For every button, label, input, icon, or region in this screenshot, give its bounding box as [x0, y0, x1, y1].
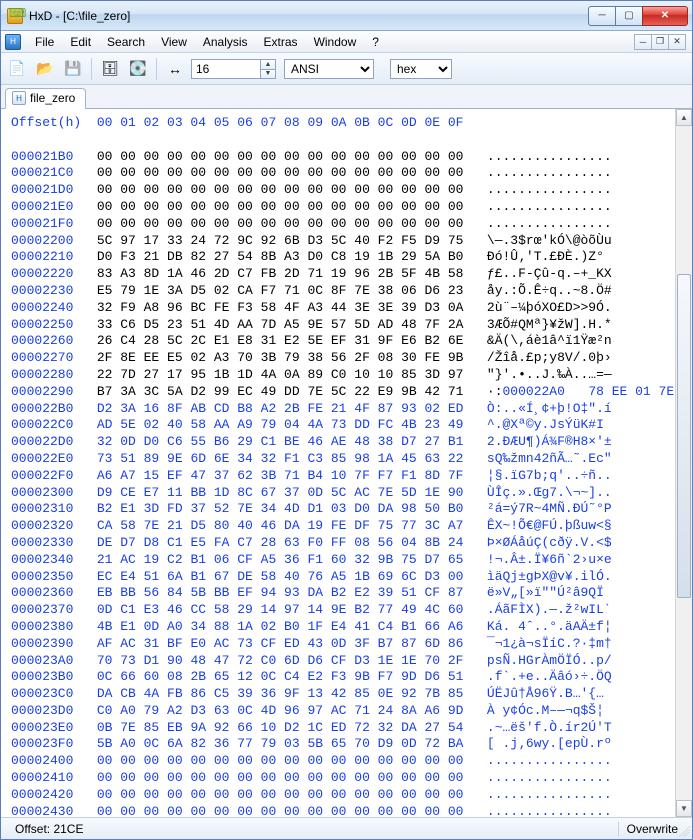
- open-file-button[interactable]: 📂: [33, 57, 57, 81]
- window-titlebar: HxD - [C:\file_zero] ─ ▢ ✕: [1, 1, 692, 31]
- scroll-thumb[interactable]: [677, 274, 691, 598]
- menu-search[interactable]: Search: [99, 33, 153, 51]
- spinner-down-button[interactable]: ▼: [260, 69, 276, 79]
- window-title: HxD - [C:\file_zero]: [29, 9, 589, 23]
- scroll-track[interactable]: [676, 126, 692, 800]
- save-file-button[interactable]: 💾: [61, 57, 85, 81]
- text-encoding-select[interactable]: ANSI: [284, 59, 374, 79]
- mdi-restore-button[interactable]: ❐: [651, 34, 669, 50]
- file-tab-strip: H file_zero: [1, 85, 692, 109]
- window-close-button[interactable]: ✕: [642, 6, 688, 26]
- status-bar: Offset: 21CE Overwrite: [1, 817, 692, 839]
- scroll-up-button[interactable]: ▲: [676, 109, 692, 126]
- toolbar-separator: [91, 58, 92, 80]
- app-icon: [7, 8, 23, 24]
- toolbar: 📄 📂 💾 🗄 💽 ↔ ▲ ▼ ANSI hex: [1, 53, 692, 85]
- hex-editor-view[interactable]: Offset(h) 00 01 02 03 04 05 06 07 08 09 …: [1, 109, 692, 817]
- menu-analysis[interactable]: Analysis: [195, 33, 256, 51]
- open-disk-button[interactable]: 💽: [126, 57, 150, 81]
- file-tab[interactable]: H file_zero: [5, 88, 86, 109]
- menu-window[interactable]: Window: [306, 33, 365, 51]
- menu-file[interactable]: File: [27, 33, 62, 51]
- resize-grip[interactable]: [676, 823, 690, 837]
- hxd-icon: H: [5, 34, 21, 50]
- toolbar-separator: [156, 58, 157, 80]
- status-offset: Offset: 21CE: [7, 822, 91, 836]
- file-tab-label: file_zero: [30, 91, 75, 105]
- mdi-minimize-button[interactable]: ─: [634, 34, 652, 50]
- byte-group-icon: ↔: [163, 57, 187, 81]
- scroll-down-button[interactable]: ▼: [676, 800, 692, 817]
- menu-view[interactable]: View: [153, 33, 195, 51]
- open-ram-button[interactable]: 🗄: [98, 57, 122, 81]
- spinner-up-button[interactable]: ▲: [260, 59, 276, 69]
- menu-help[interactable]: ?: [364, 33, 387, 51]
- window-maximize-button[interactable]: ▢: [615, 6, 643, 26]
- new-file-button[interactable]: 📄: [5, 57, 29, 81]
- mdi-close-button[interactable]: ✕: [668, 34, 686, 50]
- vertical-scrollbar[interactable]: ▲ ▼: [675, 109, 692, 817]
- number-base-select[interactable]: hex: [390, 59, 452, 79]
- window-minimize-button[interactable]: ─: [588, 6, 616, 26]
- menu-bar: H File Edit Search View Analysis Extras …: [1, 31, 692, 53]
- menu-edit[interactable]: Edit: [62, 33, 99, 51]
- file-icon: H: [12, 91, 26, 105]
- menu-extras[interactable]: Extras: [256, 33, 306, 51]
- bytes-per-row-input[interactable]: [191, 59, 261, 79]
